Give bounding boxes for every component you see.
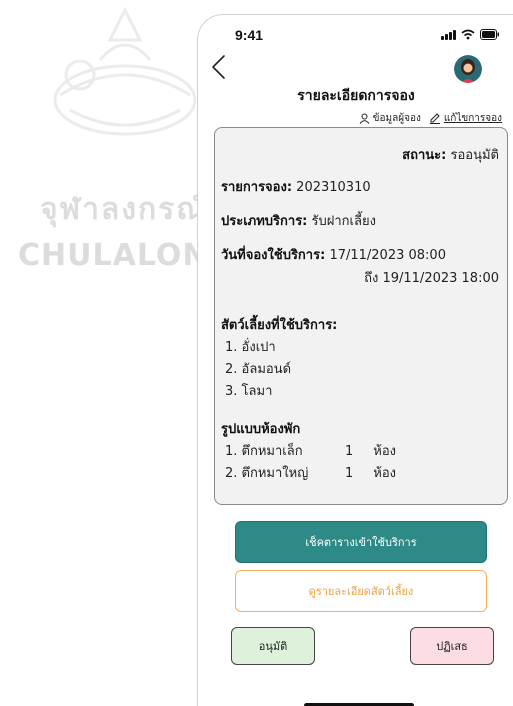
service-type-row: ประเภทบริการ: รับฝากเลี้ยง [221, 210, 376, 231]
pet-name: โลมา [241, 384, 273, 399]
header-actions: ข้อมูลผู้จอง แก้ไขการจอง [359, 111, 502, 126]
page-title: รายละเอียดการจอง [297, 88, 415, 104]
edit-booking-label: แก้ไขการจอง [443, 113, 502, 124]
page: จุฬาลงกรณ์ CHULALONGKORN 9:41 รายละเอียด… [0, 0, 513, 706]
service-date-label: วันที่จองใช้บริการ: [221, 248, 326, 263]
check-schedule-button[interactable]: เช็คตารางเข้าใช้บริการ [235, 521, 487, 563]
room-index: 2. [225, 466, 238, 481]
room-unit: ห้อง [373, 466, 397, 481]
pet-index: 2. [225, 362, 238, 377]
booking-id-value: 202310310 [296, 180, 371, 195]
pet-item: 3. โลมา [225, 380, 272, 401]
pencil-icon [429, 113, 440, 124]
rooms-label: รูปแบบห้องพัก [221, 422, 301, 437]
avatar-icon[interactable] [454, 55, 482, 83]
pet-name: อัลมอนด์ [241, 362, 292, 377]
service-date-to: 19/11/2023 18:00 [382, 271, 499, 286]
status-label: สถานะ: [402, 148, 447, 163]
phone-screen: 9:41 รายละเอียดการจอง ข้อมูลผู้จอง แก้ไข… [197, 14, 513, 706]
back-chevron-icon[interactable] [208, 53, 232, 81]
room-name: ตึกหมาเล็ก [241, 444, 303, 459]
room-index: 1. [225, 444, 238, 459]
status-bar: 9:41 [198, 15, 513, 51]
edit-booking-link[interactable]: แก้ไขการจอง [429, 111, 502, 126]
room-name: ตึกหมาใหญ่ [241, 466, 309, 481]
reject-button[interactable]: ปฏิเสธ [410, 627, 494, 665]
approve-button[interactable]: อนุมัติ [231, 627, 315, 665]
booking-id-label: รายการจอง: [221, 180, 293, 195]
status-row: สถานะ: รออนุมัติ [402, 144, 499, 165]
pet-index: 3. [225, 384, 238, 399]
pet-index: 1. [225, 340, 238, 355]
booking-id-row: รายการจอง: 202310310 [221, 176, 371, 197]
status-value: รออนุมัติ [450, 148, 500, 163]
booker-info-link[interactable]: ข้อมูลผู้จอง [359, 111, 421, 126]
room-qty: 1 [345, 466, 354, 481]
room-unit: ห้อง [373, 444, 397, 459]
university-seal-watermark [53, 6, 197, 136]
booking-details-card: สถานะ: รออนุมัติ รายการจอง: 202310310 ปร… [214, 127, 508, 505]
watermark-thai-text: จุฬาลงกรณ์ [40, 192, 207, 227]
service-date-to-label: ถึง [364, 271, 379, 286]
service-date-from: 17/11/2023 08:00 [329, 248, 446, 263]
service-type-value: รับฝากเลี้ยง [311, 214, 376, 229]
room-item: 1. ตึกหมาเล็ก 1 ห้อง [225, 440, 425, 461]
pet-item: 2. อัลมอนด์ [225, 358, 291, 379]
room-item: 2. ตึกหมาใหญ่ 1 ห้อง [225, 462, 425, 483]
booker-info-label: ข้อมูลผู้จอง [372, 113, 421, 124]
battery-icon [480, 29, 499, 40]
person-icon [359, 113, 370, 124]
service-date-row: วันที่จองใช้บริการ: 17/11/2023 08:00 [221, 244, 446, 265]
pet-item: 1. อั่งเปา [225, 336, 276, 357]
view-pet-details-button[interactable]: ดูรายละเอียดสัตว์เลี้ยง [235, 570, 487, 612]
status-icons [441, 29, 500, 40]
room-qty: 1 [345, 444, 354, 459]
service-type-label: ประเภทบริการ: [221, 214, 308, 229]
pet-name: อั่งเปา [241, 340, 276, 355]
service-date-to-row: ถึง 19/11/2023 18:00 [364, 267, 499, 288]
pets-label: สัตว์เลี้ยงที่ใช้บริการ: [221, 318, 338, 333]
status-time: 9:41 [235, 27, 264, 43]
wifi-icon [461, 29, 475, 40]
signal-icon [441, 29, 456, 40]
